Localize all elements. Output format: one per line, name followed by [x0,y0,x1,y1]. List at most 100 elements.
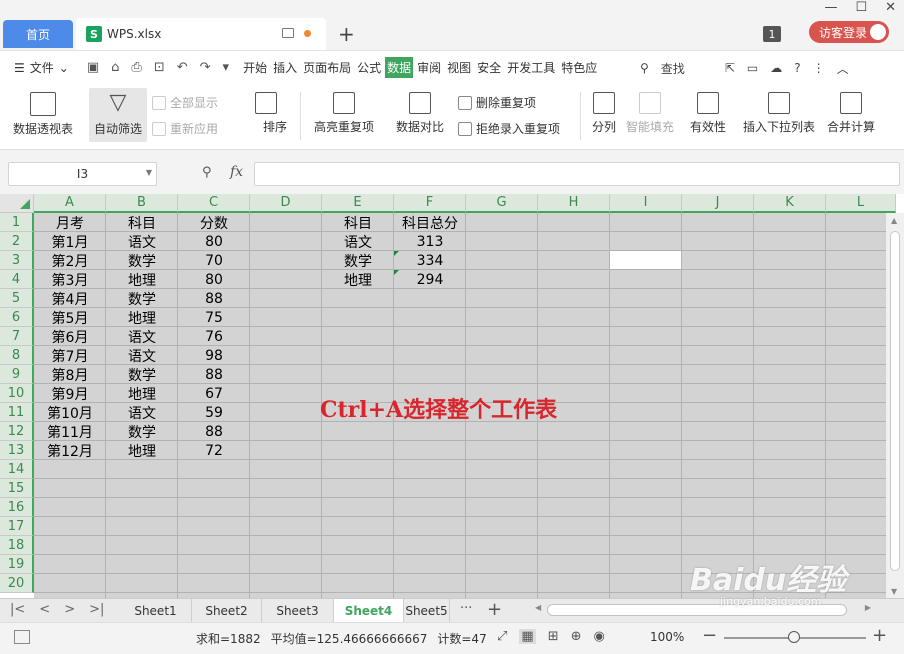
scroll-left-icon[interactable]: ◀ [535,603,541,612]
cell[interactable]: 语文 [106,346,178,365]
cell[interactable]: 第7月 [34,346,106,365]
zoom-slider-handle[interactable] [788,631,800,643]
column-header-e[interactable]: E [322,194,394,213]
help-icon[interactable]: ? [794,61,800,75]
row-header-18[interactable]: 18 [0,536,34,555]
remove-duplicates-button[interactable]: 删除重复项 [458,94,536,111]
row-header-9[interactable]: 9 [0,365,34,384]
cell[interactable]: 88 [178,289,250,308]
column-header-d[interactable]: D [250,194,322,213]
chevron-down-icon[interactable]: ▼ [146,168,152,177]
print-icon[interactable]: ⎙ [131,60,141,75]
cell[interactable]: 72 [178,441,250,460]
column-header-a[interactable]: A [34,194,106,213]
column-header-i[interactable]: I [610,194,682,213]
more-icon[interactable]: ▾ [223,60,230,75]
cell[interactable]: 语文 [106,327,178,346]
monitor-icon[interactable] [282,28,294,38]
tab-data[interactable]: 数据 [385,57,414,78]
row-header-3[interactable]: 3 [0,251,34,270]
insert-dropdown-button[interactable]: 插入下拉列表 [740,92,818,135]
more-sheets-icon[interactable]: ··· [460,601,472,616]
cell[interactable]: 地理 [106,384,178,403]
cell[interactable]: 地理 [322,270,394,289]
show-all-button[interactable]: 全部显示 [152,94,218,111]
more-options-icon[interactable]: ⋮ [813,61,825,75]
last-sheet-icon[interactable]: >| [89,602,104,617]
hamburger-icon[interactable]: ☰ [14,61,25,75]
cell[interactable]: 294 [394,270,466,289]
zoom-formula-icon[interactable]: ⚲ [202,165,212,180]
fx-icon[interactable]: fx [230,164,243,180]
reapply-button[interactable]: 重新应用 [152,120,218,137]
cell[interactable]: 月考 [34,213,106,232]
tab-home[interactable]: 开始 [241,57,269,78]
cell[interactable]: 313 [394,232,466,251]
select-all-corner[interactable] [0,194,34,213]
row-header-11[interactable]: 11 [0,403,34,422]
chevron-down-icon[interactable]: ⌄ [59,61,69,75]
tab-security[interactable]: 安全 [475,57,503,78]
tab-page-layout[interactable]: 页面布局 [301,57,353,78]
row-header-13[interactable]: 13 [0,441,34,460]
cell[interactable]: 科目总分 [394,213,466,232]
cell[interactable]: 数学 [106,365,178,384]
cell[interactable]: 语文 [106,403,178,422]
cell[interactable]: 第11月 [34,422,106,441]
row-header-17[interactable]: 17 [0,517,34,536]
cell[interactable]: 98 [178,346,250,365]
cell[interactable]: 76 [178,327,250,346]
maximize-button[interactable]: ☐ [855,0,867,15]
sheet-tab-1[interactable]: Sheet1 [120,599,192,622]
cell[interactable]: 第9月 [34,384,106,403]
scroll-right-icon[interactable]: ▶ [865,603,871,612]
page-break-view-icon[interactable]: ⊞ [548,629,559,644]
cell[interactable]: 第4月 [34,289,106,308]
tab-formula[interactable]: 公式 [355,57,383,78]
zoom-in-button[interactable]: + [872,625,887,646]
formula-input[interactable] [254,162,900,186]
column-header-l[interactable]: L [826,194,896,213]
consolidate-button[interactable]: 合并计算 [824,92,878,135]
row-header-4[interactable]: 4 [0,270,34,289]
sheet-tab-4[interactable]: Sheet4 [334,599,404,622]
cell[interactable]: 75 [178,308,250,327]
cell[interactable]: 科目 [322,213,394,232]
row-header-10[interactable]: 10 [0,384,34,403]
cell[interactable]: 334 [394,251,466,270]
sheet-tab-5[interactable]: Sheet5 [404,599,450,622]
column-header-c[interactable]: C [178,194,250,213]
scroll-up-icon[interactable]: ▲ [891,216,897,225]
column-header-b[interactable]: B [106,194,178,213]
cell[interactable]: 第6月 [34,327,106,346]
vertical-scroll-thumb[interactable] [890,231,900,571]
row-header-15[interactable]: 15 [0,479,34,498]
cell[interactable]: 科目 [106,213,178,232]
cell[interactable]: 数学 [106,289,178,308]
sort-button[interactable]: 排序 [238,92,294,135]
cell[interactable]: 80 [178,232,250,251]
macro-icon[interactable] [14,630,30,644]
column-header-j[interactable]: J [682,194,754,213]
file-tab[interactable]: S WPS.xlsx [76,18,326,50]
guest-login-button[interactable]: 访客登录 [809,21,889,43]
collapse-ribbon-icon[interactable]: ︿ [837,60,849,77]
next-sheet-icon[interactable]: > [64,602,75,617]
file-menu[interactable]: 文件 [30,59,54,76]
add-tab-button[interactable]: + [338,22,355,46]
cell[interactable]: 第5月 [34,308,106,327]
row-header-20[interactable]: 20 [0,574,34,593]
cell[interactable]: 第1月 [34,232,106,251]
home-tab[interactable]: 首页 [3,20,73,48]
split-column-button[interactable]: 分列 [588,92,620,135]
row-header-2[interactable]: 2 [0,232,34,251]
share-icon[interactable]: ⇱ [725,61,735,75]
smart-fill-button[interactable]: 智能填充 [624,92,676,135]
sheet-tab-3[interactable]: Sheet3 [262,599,334,622]
search-icon[interactable]: ⚲ [640,61,649,75]
cell[interactable]: 70 [178,251,250,270]
active-cell-i3[interactable] [610,251,682,270]
fullscreen-icon[interactable]: ⤢ [497,629,507,644]
tab-view[interactable]: 视图 [445,57,473,78]
save-icon[interactable]: ▣ [87,60,99,75]
